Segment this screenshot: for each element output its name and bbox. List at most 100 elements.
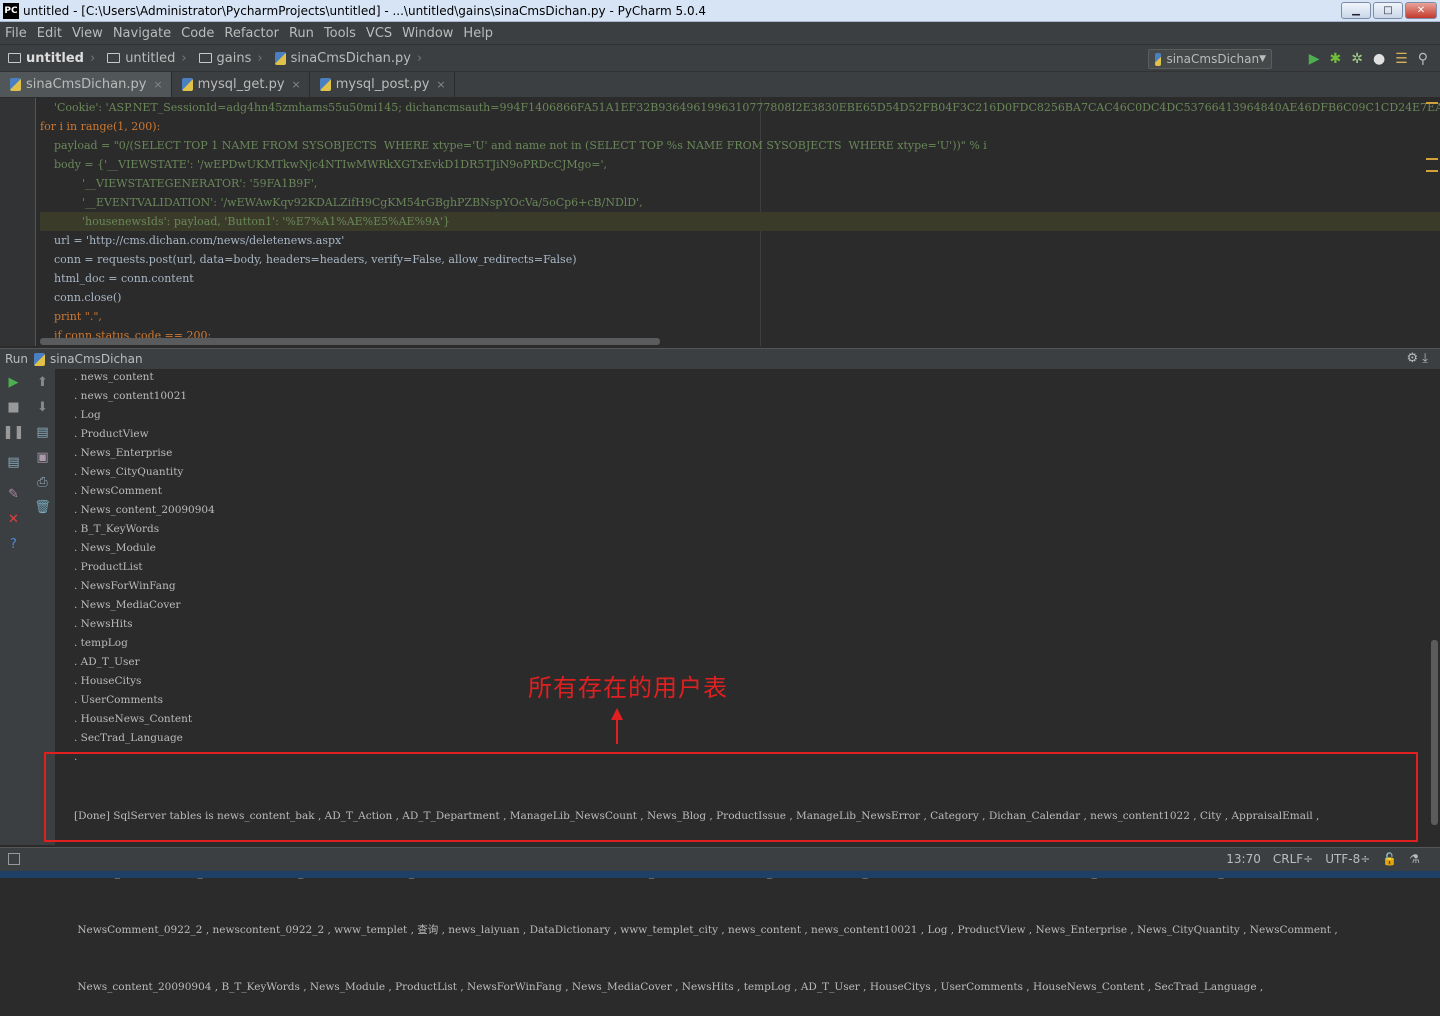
pin-icon[interactable]: ✎ — [0, 487, 27, 502]
coverage-icon[interactable]: ✲ — [1351, 51, 1363, 67]
console-line: . HouseCitys — [74, 675, 142, 687]
console-line: . UserComments — [74, 694, 163, 706]
stop-icon[interactable]: ■ — [0, 400, 27, 415]
highlight-box — [44, 752, 1418, 842]
close-tab-icon[interactable]: × — [436, 78, 445, 91]
menu-tools[interactable]: Tools — [319, 26, 361, 41]
code-content[interactable]: 'Cookie': 'ASP.NET_SessionId=adg4hn45zmh… — [40, 98, 1440, 345]
menu-view[interactable]: View — [67, 26, 108, 41]
breadcrumb-folder-gains[interactable]: gains › — [191, 51, 267, 66]
code-line: url = 'http://cms.dichan.com/news/delete… — [40, 234, 345, 247]
console-line: . ProductList — [74, 561, 143, 573]
chevron-right-icon: › — [89, 50, 96, 66]
run-icon[interactable]: ▶ — [1309, 51, 1320, 67]
menu-run[interactable]: Run — [284, 26, 319, 41]
close-button[interactable]: ✕ — [1405, 2, 1437, 19]
console-line: . News_CityQuantity — [74, 466, 184, 478]
soft-wrap-icon[interactable]: ▤ — [29, 425, 56, 440]
error-stripe-mark[interactable] — [1426, 158, 1438, 160]
search-icon[interactable]: ⚲ — [1418, 51, 1428, 67]
console-line: . ProductView — [74, 428, 149, 440]
minimize-button[interactable]: ▁ — [1341, 2, 1371, 19]
error-stripe-mark[interactable] — [1426, 170, 1438, 172]
menu-navigate[interactable]: Navigate — [108, 26, 176, 41]
editor-horizontal-scrollbar[interactable] — [40, 338, 660, 345]
python-file-icon — [10, 78, 21, 91]
dump-threads-icon[interactable]: ▤ — [0, 455, 27, 470]
error-stripe-mark[interactable] — [1426, 102, 1438, 104]
python-file-icon — [34, 352, 46, 366]
editor-tabs: sinaCmsDichan.py × mysql_get.py × mysql_… — [0, 72, 1440, 98]
close-tab-icon[interactable]: × — [292, 78, 301, 91]
tab-mysql-get[interactable]: mysql_get.py × — [172, 72, 310, 97]
breadcrumb-label: untitled — [26, 50, 84, 66]
code-line: payload = "0/(SELECT TOP 1 NAME FROM SYS… — [40, 139, 987, 152]
menu-refactor[interactable]: Refactor — [219, 26, 284, 41]
pause-icon[interactable]: ❚❚ — [0, 425, 27, 440]
arrow-up-icon[interactable]: ⬆ — [29, 375, 56, 390]
breadcrumb-project[interactable]: untitled › — [0, 51, 99, 66]
code-line: 'Cookie': 'ASP.NET_SessionId=adg4hn45zmh… — [53, 101, 1440, 114]
maximize-button[interactable]: □ — [1373, 2, 1403, 19]
folder-icon — [198, 53, 212, 63]
console-line: . NewsComment — [74, 485, 162, 497]
menu-bar: File Edit View Navigate Code Refactor Ru… — [0, 22, 1440, 44]
close-icon[interactable]: ✕ — [0, 512, 27, 527]
dropdown-arrow-icon: ▼ — [1259, 54, 1266, 64]
toolwindow-toggle-icon[interactable] — [8, 853, 20, 865]
file-encoding[interactable]: UTF-8÷ — [1325, 852, 1370, 866]
code-line: conn.close() — [40, 291, 122, 304]
menu-help[interactable]: Help — [458, 26, 498, 41]
code-line: '__VIEWSTATEGENERATOR': '59FA1B9F', — [40, 177, 318, 190]
breadcrumb-folder-untitled[interactable]: untitled › — [99, 51, 190, 66]
console-scrollbar-thumb[interactable] — [1431, 640, 1438, 825]
console-line: . AD_T_User — [74, 656, 140, 668]
window-controls: ▁ □ ✕ — [1341, 2, 1437, 19]
scroll-to-end-icon[interactable]: ▣ — [29, 450, 56, 465]
help-icon[interactable]: ? — [0, 537, 27, 552]
profile-icon[interactable]: ● — [1373, 51, 1385, 67]
tab-sinacmsdichan[interactable]: sinaCmsDichan.py × — [0, 72, 172, 97]
print-icon[interactable]: ⎙ — [29, 475, 56, 490]
code-line-current: 'housenewsIds': payload, 'Button1': '%E7… — [40, 212, 1440, 231]
inspector-icon[interactable]: ⚗ — [1409, 852, 1420, 866]
rerun-icon[interactable]: ▶ — [0, 375, 27, 390]
console-line: . news_content10021 — [74, 390, 188, 402]
trash-icon[interactable]: 🗑 — [29, 500, 56, 515]
breadcrumb-label: untitled — [125, 50, 176, 66]
menu-code[interactable]: Code — [176, 26, 219, 41]
concurrency-icon[interactable]: ☰ — [1395, 51, 1408, 67]
breadcrumb-label: sinaCmsDichan.py — [290, 50, 411, 66]
cursor-position[interactable]: 13:70 — [1226, 852, 1261, 866]
code-editor[interactable]: 'Cookie': 'ASP.NET_SessionId=adg4hn45zmh… — [0, 98, 1440, 346]
result-line: NewsComment_0922_2 , newscontent_0922_2 … — [74, 924, 1338, 936]
toolbar-icons: ▶ ✱ ✲ ● ☰ ⚲ — [1309, 51, 1428, 67]
menu-edit[interactable]: Edit — [32, 26, 67, 41]
console-line: . HouseNews_Content — [74, 713, 193, 725]
menu-vcs[interactable]: VCS — [361, 26, 397, 41]
python-file-icon — [181, 78, 193, 91]
tab-label: mysql_post.py — [335, 77, 430, 92]
gear-icon[interactable]: ⚙ ⤓ — [1406, 351, 1428, 366]
chevron-right-icon: › — [181, 50, 187, 66]
tab-label: mysql_get.py — [197, 77, 285, 92]
line-separator[interactable]: CRLF÷ — [1273, 852, 1313, 866]
breadcrumb-label: gains — [216, 50, 252, 66]
run-toolbar-left: ▶ ■ ❚❚ ▤ ✎ ✕ ? — [0, 369, 29, 845]
code-line: print ".", — [40, 310, 102, 323]
code-line: conn = requests.post(url, data=body, hea… — [40, 253, 577, 266]
tab-mysql-post[interactable]: mysql_post.py × — [310, 72, 455, 97]
editor-gutter — [0, 98, 36, 346]
lock-icon[interactable]: 🔓 — [1382, 852, 1397, 866]
menu-file[interactable]: File — [0, 26, 32, 41]
close-tab-icon[interactable]: × — [153, 78, 162, 91]
debug-icon[interactable]: ✱ — [1329, 51, 1341, 67]
annotation-text: 所有存在的用户表 — [528, 674, 728, 702]
run-configuration-select[interactable]: sinaCmsDichan ▼ — [1148, 49, 1272, 69]
console-line: . News_content_20090904 — [74, 504, 215, 516]
breadcrumb-file[interactable]: sinaCmsDichan.py › — [267, 51, 427, 66]
folder-icon — [8, 53, 21, 63]
arrow-down-icon[interactable]: ⬇ — [29, 400, 56, 415]
menu-window[interactable]: Window — [397, 26, 458, 41]
tab-label: sinaCmsDichan.py — [26, 77, 147, 92]
